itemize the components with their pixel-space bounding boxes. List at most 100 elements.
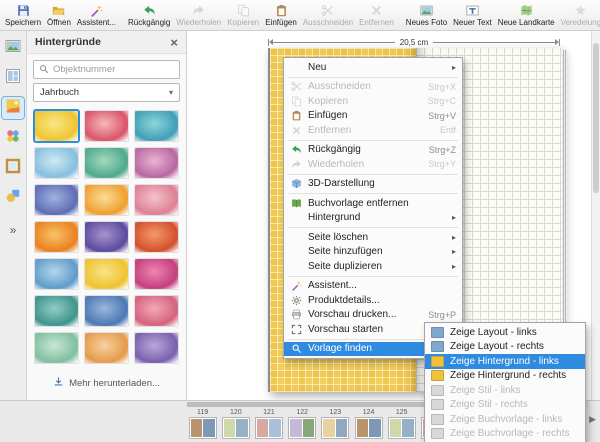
background-thumbnail[interactable]: [134, 221, 179, 253]
page-thumbnail[interactable]: [355, 417, 383, 439]
context-menu-item-3d-darstellung[interactable]: 3D-Darstellung: [284, 177, 462, 192]
expand-panels-icon[interactable]: »: [10, 223, 17, 237]
page-number: 124: [363, 408, 375, 417]
sidebar-tab-layouts[interactable]: [2, 67, 24, 89]
background-thumbnail[interactable]: [134, 295, 179, 327]
submenu-item-zeige-layout-rechts[interactable]: Zeige Layout - rechts: [425, 340, 585, 355]
toolbar-button-wiederholen[interactable]: Wiederholen: [173, 0, 224, 30]
menu-item-label: Vorschau drucken...: [308, 309, 424, 320]
wand-icon: [288, 280, 304, 292]
context-menu-item-ausschneiden[interactable]: AusschneidenStrg+X: [284, 80, 462, 95]
submenu-item-label: Zeige Stil - rechts: [450, 399, 528, 410]
background-thumbnail[interactable]: [134, 110, 179, 142]
context-menu-item-seite-loschen[interactable]: Seite löschen▸: [284, 230, 462, 245]
toolbar-button-veredelung[interactable]: Veredelung: [558, 0, 600, 30]
toolbar-button-speichern[interactable]: Speichern: [2, 0, 44, 30]
context-menu-item-wiederholen[interactable]: WiederholenStrg+Y: [284, 157, 462, 172]
background-thumbnail[interactable]: [34, 258, 79, 290]
submenu-item-label: Zeige Buchvorlage - rechts: [450, 428, 570, 439]
background-thumbnail[interactable]: [84, 184, 129, 216]
background-thumbnail[interactable]: [34, 221, 79, 253]
background-thumbnail[interactable]: [84, 258, 129, 290]
category-dropdown[interactable]: Jahrbuch ▾: [33, 83, 180, 102]
page-thumbnail[interactable]: [189, 417, 217, 439]
menu-item-label: Produktdetails...: [308, 295, 456, 306]
template-page-icon: [431, 428, 444, 439]
save-icon: [17, 3, 30, 17]
page-thumbnail[interactable]: [388, 417, 416, 439]
close-icon[interactable]: ×: [170, 36, 178, 49]
download-more-button[interactable]: Mehr herunterladen...: [27, 370, 186, 396]
toolbar-button-entfernen[interactable]: Entfernen: [356, 0, 397, 30]
background-thumbnail[interactable]: [84, 147, 129, 179]
background-thumbnail[interactable]: [34, 147, 79, 179]
toolbar-button-einfugen[interactable]: Einfügen: [262, 0, 300, 30]
context-menu-item-hintergrund[interactable]: Hintergrund▸: [284, 211, 462, 226]
context-menu-item-vorschau-drucken[interactable]: Vorschau drucken...Strg+P: [284, 308, 462, 323]
context-menu-item-neu[interactable]: Neu▸: [284, 60, 462, 75]
toolbar-button-neues-foto[interactable]: Neues Foto: [403, 0, 450, 30]
page-thumbnail[interactable]: [222, 417, 250, 439]
submenu-item-label: Zeige Stil - links: [450, 385, 521, 396]
toolbar-button-ruckgangig[interactable]: Rückgängig: [125, 0, 173, 30]
submenu-item-zeige-hintergrund-rechts[interactable]: Zeige Hintergrund - rechts: [425, 369, 585, 384]
download-icon: [53, 376, 64, 390]
context-menu-item-ruckgangig[interactable]: RückgängigStrg+Z: [284, 143, 462, 158]
page-thumbnail[interactable]: [255, 417, 283, 439]
background-thumbnail[interactable]: [84, 295, 129, 327]
page-strip-item: 122: [287, 408, 318, 441]
toolbar-button-neuer-text[interactable]: Neuer Text: [450, 0, 495, 30]
background-thumbnail[interactable]: [34, 332, 79, 364]
sidebar-tab-backgrounds[interactable]: [2, 97, 24, 119]
main-toolbar: SpeichernÖffnenAssistent...RückgängigWie…: [0, 0, 600, 31]
toolbar-button-ausschneiden[interactable]: Ausschneiden: [300, 0, 356, 30]
vertical-scrollbar-thumb[interactable]: [593, 43, 599, 193]
submenu-item-zeige-buchvorlage-links[interactable]: Zeige Buchvorlage - links: [425, 412, 585, 427]
context-menu-item-seite-duplizieren[interactable]: Seite duplizieren▸: [284, 259, 462, 274]
background-thumbnail[interactable]: [134, 147, 179, 179]
toolbar-button-neue-landkarte[interactable]: Neue Landkarte: [495, 0, 558, 30]
context-menu-item-entfernen[interactable]: EntfernenEntf: [284, 123, 462, 138]
filmstrip-scrollbar-thumb[interactable]: [187, 402, 436, 407]
background-thumbnail[interactable]: [84, 332, 129, 364]
submenu-item-zeige-stil-links[interactable]: Zeige Stil - links: [425, 383, 585, 398]
submenu-item-zeige-stil-rechts[interactable]: Zeige Stil - rechts: [425, 398, 585, 413]
context-menu-item-einfugen[interactable]: EinfügenStrg+V: [284, 109, 462, 124]
template-page-icon: [431, 356, 444, 367]
context-menu-item-produktdetails[interactable]: Produktdetails...: [284, 293, 462, 308]
menu-icon-placeholder: [288, 260, 304, 272]
sidebar-tab-shapes[interactable]: [2, 187, 24, 209]
page-thumbnail[interactable]: [288, 417, 316, 439]
background-thumbnail[interactable]: [34, 295, 79, 327]
context-menu-item-buchvorlage-entfernen[interactable]: Buchvorlage entfernen: [284, 196, 462, 211]
toolbar-button-kopieren[interactable]: Kopieren: [224, 0, 262, 30]
template-page-icon: [431, 341, 444, 352]
page-number: 119: [197, 408, 208, 417]
sidebar-tab-frames[interactable]: [2, 157, 24, 179]
vertical-scrollbar[interactable]: [591, 31, 600, 400]
background-thumbnail[interactable]: [134, 184, 179, 216]
toolbar-button-offnen[interactable]: Öffnen: [44, 0, 74, 30]
sidebar-tab-photos[interactable]: [2, 37, 24, 59]
context-menu-item-seite-hinzufugen[interactable]: Seite hinzufügen▸: [284, 245, 462, 260]
sidebar-tab-cliparts[interactable]: [2, 127, 24, 149]
toolbar-button-assistent[interactable]: Assistent...: [74, 0, 119, 30]
submenu-item-zeige-buchvorlage-rechts[interactable]: Zeige Buchvorlage - rechts: [425, 427, 585, 442]
submenu-item-zeige-layout-links[interactable]: Zeige Layout - links: [425, 325, 585, 340]
context-menu-item-kopieren[interactable]: KopierenStrg+C: [284, 94, 462, 109]
menu-item-label: Rückgängig: [308, 144, 425, 155]
background-thumbnail[interactable]: [134, 332, 179, 364]
background-thumbnail[interactable]: [84, 110, 129, 142]
page-thumbnail[interactable]: [321, 417, 349, 439]
context-menu-item-assistent[interactable]: Assistent...: [284, 279, 462, 294]
background-thumbnail-selected[interactable]: [34, 110, 79, 142]
map-icon: [520, 3, 533, 17]
search-input[interactable]: Objektnummer: [33, 60, 180, 79]
background-thumbnail[interactable]: [34, 184, 79, 216]
text-icon: [466, 3, 479, 17]
next-page-icon[interactable]: ▶: [589, 414, 596, 425]
submenu-item-zeige-hintergrund-links[interactable]: Zeige Hintergrund - links: [425, 354, 585, 369]
background-thumbnail[interactable]: [134, 258, 179, 290]
search-placeholder: Objektnummer: [53, 64, 115, 75]
background-thumbnail[interactable]: [84, 221, 129, 253]
